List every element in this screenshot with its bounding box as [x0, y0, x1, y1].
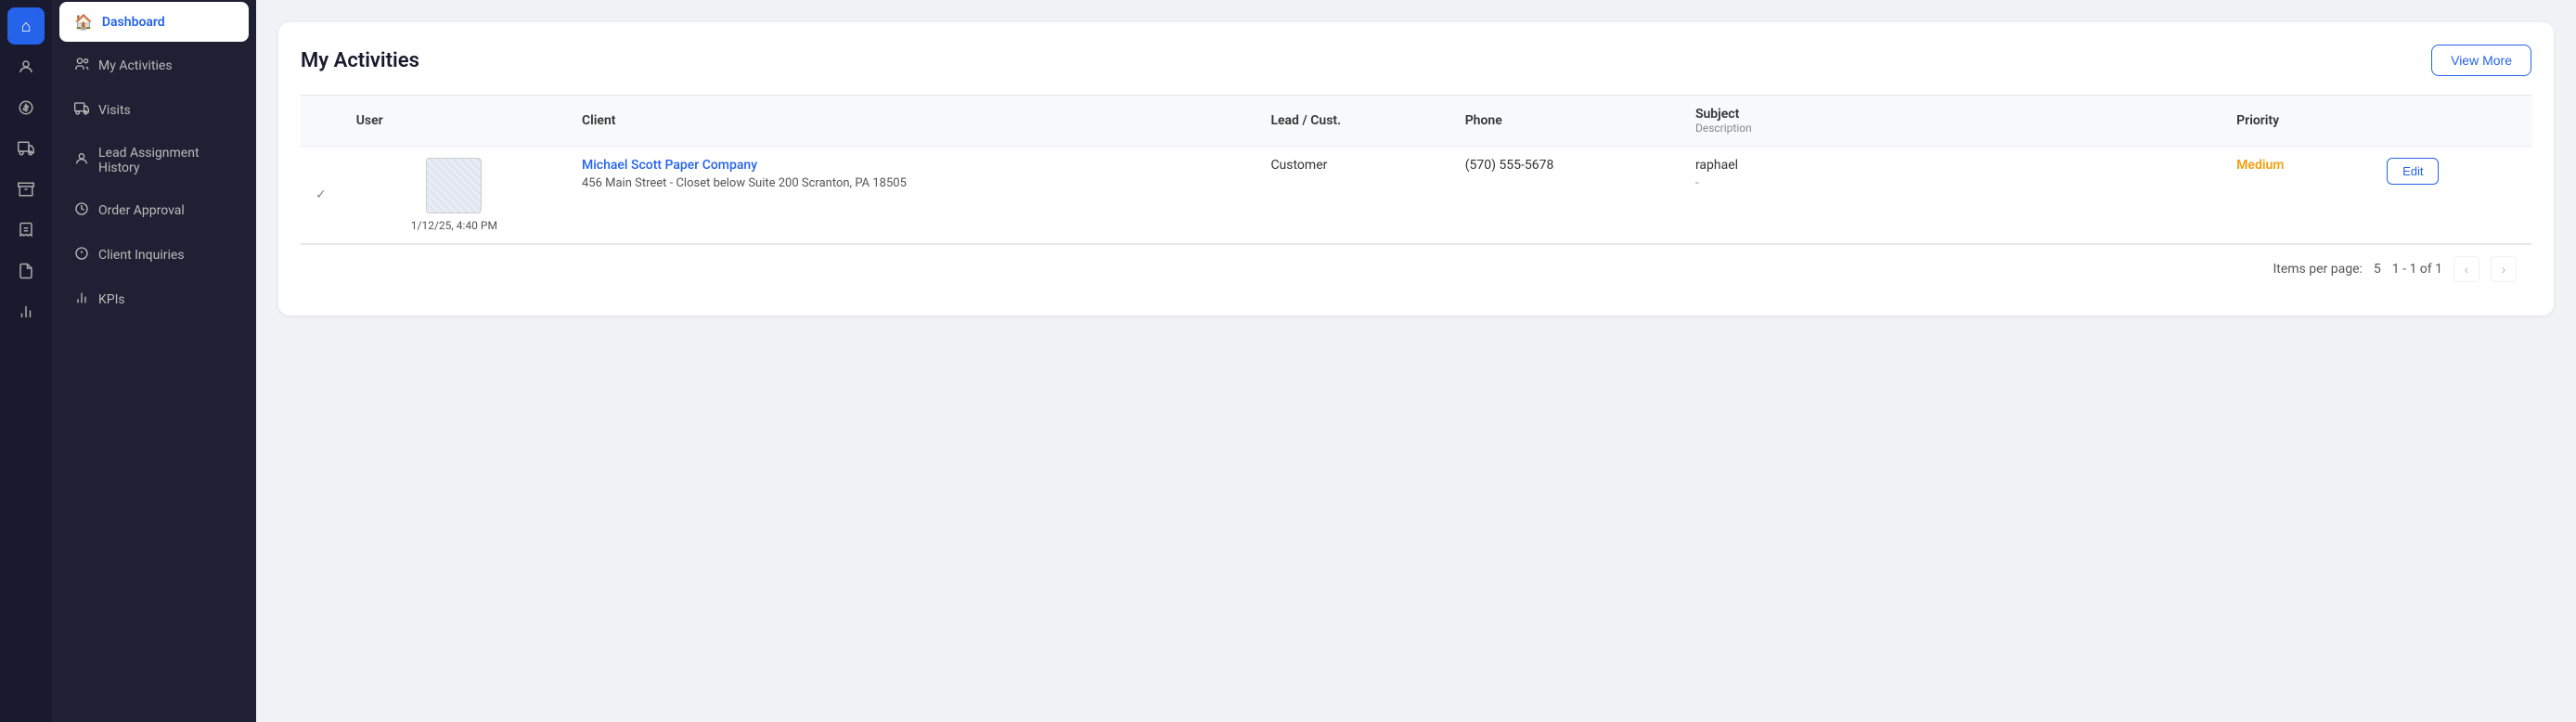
next-page-button[interactable]: ›: [2491, 256, 2517, 282]
row-client: Michael Scott Paper Company 456 Main Str…: [567, 147, 1256, 244]
sidebar-item-client-inquiries[interactable]: Client Inquiries: [59, 235, 249, 276]
row-phone: (570) 555-5678: [1450, 147, 1681, 244]
row-priority: Medium: [2222, 147, 2372, 244]
activities-table: User Client Lead / Cust. Phone Subject D…: [301, 95, 2531, 244]
sidebar: 🏠 Dashboard My Activities Visits Lead As…: [52, 0, 256, 722]
col-phone: Phone: [1450, 96, 1681, 147]
col-check: [301, 96, 341, 147]
chart-icon[interactable]: [7, 293, 45, 330]
col-actions: [2372, 96, 2531, 147]
row-user: 1/12/25, 4:40 PM: [341, 147, 567, 244]
sidebar-item-kpis[interactable]: KPIs: [59, 279, 249, 320]
table-row: ✓ 1/12/25, 4:40 PM Michael Scott Paper C…: [301, 147, 2531, 244]
prev-page-button[interactable]: ‹: [2454, 256, 2479, 282]
sidebar-item-label: Dashboard: [102, 15, 165, 30]
lead-assignment-icon: [74, 151, 89, 170]
contact-icon[interactable]: [7, 48, 45, 85]
sidebar-item-order-approval[interactable]: Order Approval: [59, 190, 249, 231]
dollar-icon[interactable]: [7, 89, 45, 126]
col-client: Client: [567, 96, 1256, 147]
order-approval-icon: [74, 201, 89, 220]
col-lead-cust: Lead / Cust.: [1256, 96, 1449, 147]
edit-button[interactable]: Edit: [2387, 158, 2439, 185]
items-per-page-value: 5: [2374, 262, 2381, 277]
truck-icon[interactable]: [7, 130, 45, 167]
check-icon: ✓: [316, 187, 327, 202]
subject-text: raphael: [1695, 158, 2207, 173]
col-user: User: [341, 96, 567, 147]
client-address: 456 Main Street - Closet below Suite 200…: [582, 176, 1241, 190]
client-inquiries-icon: [74, 246, 89, 264]
kpis-icon: [74, 290, 89, 309]
client-name-link[interactable]: Michael Scott Paper Company: [582, 158, 757, 173]
icon-bar: ⌂: [0, 0, 52, 722]
visits-icon: [74, 101, 89, 120]
sidebar-item-label: KPIs: [98, 292, 125, 307]
receipt-icon[interactable]: [7, 212, 45, 249]
items-per-page-label: Items per page:: [2273, 262, 2362, 277]
box-icon[interactable]: [7, 171, 45, 208]
sidebar-item-label: Client Inquiries: [98, 248, 185, 263]
sidebar-item-dashboard[interactable]: 🏠 Dashboard: [59, 2, 249, 42]
page-range: 1 - 1 of 1: [2392, 262, 2442, 277]
sidebar-item-label: Lead Assignment History: [98, 146, 234, 175]
row-actions: Edit: [2372, 147, 2531, 244]
sidebar-item-my-activities[interactable]: My Activities: [59, 45, 249, 86]
col-subject: Subject Description: [1681, 96, 2222, 147]
sidebar-item-label: Order Approval: [98, 203, 185, 218]
card-header: My Activities View More: [301, 45, 2531, 76]
priority-badge: Medium: [2236, 158, 2284, 173]
row-check: ✓: [301, 147, 341, 244]
sidebar-item-lead-assignment[interactable]: Lead Assignment History: [59, 135, 249, 187]
my-activities-icon: [74, 57, 89, 75]
pagination: Items per page: 5 1 - 1 of 1 ‹ ›: [301, 244, 2531, 293]
activity-date: 1/12/25, 4:40 PM: [411, 219, 497, 232]
subject-desc: -: [1695, 176, 2207, 190]
col-priority: Priority: [2222, 96, 2372, 147]
view-more-button[interactable]: View More: [2431, 45, 2531, 76]
sidebar-item-visits[interactable]: Visits: [59, 90, 249, 131]
sidebar-item-label: My Activities: [98, 58, 173, 73]
sidebar-item-label: Visits: [98, 103, 131, 118]
page-title: My Activities: [301, 49, 419, 72]
row-subject: raphael -: [1681, 147, 2222, 244]
activities-card: My Activities View More User Client Lead…: [278, 22, 2554, 316]
row-lead-cust: Customer: [1256, 147, 1449, 244]
home-icon[interactable]: ⌂: [7, 7, 45, 45]
file-icon[interactable]: [7, 252, 45, 290]
main-content: My Activities View More User Client Lead…: [256, 0, 2576, 722]
avatar-image: [426, 158, 482, 213]
user-avatar-cell: 1/12/25, 4:40 PM: [356, 158, 552, 232]
home-sidebar-icon: 🏠: [74, 13, 93, 31]
